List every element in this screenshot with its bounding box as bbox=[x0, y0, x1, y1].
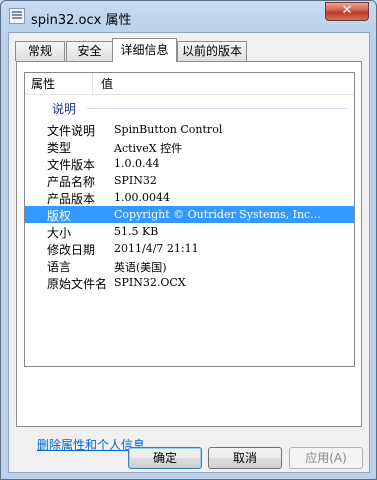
document-icon bbox=[9, 8, 25, 24]
table-row[interactable]: 版权 Copyright © Outrider Systems, Inc... bbox=[25, 206, 354, 223]
table-row[interactable]: 语言 英语(美国) bbox=[25, 257, 354, 274]
row-property-value: SPIN32.OCX bbox=[114, 276, 186, 289]
row-property-value: 英语(美国) bbox=[114, 261, 167, 274]
list-header: 属性 值 bbox=[25, 73, 354, 95]
table-row[interactable]: 原始文件名 SPIN32.OCX bbox=[25, 274, 354, 291]
row-property-name: 文件说明 bbox=[47, 124, 96, 138]
table-row[interactable]: 类型 ActiveX 控件 bbox=[25, 138, 354, 155]
title-bar[interactable]: spin32.ocx 属性 ✕ bbox=[1, 1, 376, 33]
column-header-value[interactable]: 值 bbox=[93, 73, 354, 95]
row-property-name: 产品版本 bbox=[47, 192, 96, 206]
row-property-value: SPIN32 bbox=[114, 174, 157, 187]
row-property-name: 原始文件名 bbox=[47, 277, 108, 291]
table-row[interactable]: 修改日期 2011/4/7 21:11 bbox=[25, 240, 354, 257]
ok-button[interactable]: 确定 bbox=[128, 447, 202, 469]
row-property-value: 2011/4/7 21:11 bbox=[114, 242, 199, 255]
table-row[interactable]: 文件版本 1.0.0.44 bbox=[25, 155, 354, 172]
row-property-value: 1.0.0.44 bbox=[114, 157, 160, 170]
row-property-name: 产品名称 bbox=[47, 175, 96, 189]
row-property-name: 大小 bbox=[47, 226, 72, 240]
details-list[interactable]: 属性 值 说明 文件说明 SpinButton Control 类型 ActiveX … bbox=[24, 72, 355, 367]
column-header-property[interactable]: 属性 bbox=[25, 73, 93, 95]
table-row[interactable]: 产品名称 SPIN32 bbox=[25, 172, 354, 189]
row-property-value: 51.5 KB bbox=[114, 225, 159, 238]
row-property-value: ActiveX 控件 bbox=[114, 142, 183, 155]
group-divider bbox=[87, 108, 349, 109]
dialog-client-area: 常规 安全 详细信息 以前的版本 属性 值 说明 文件说明 SpinButton … bbox=[8, 32, 370, 473]
row-property-value: SpinButton Control bbox=[114, 123, 223, 136]
row-property-name: 修改日期 bbox=[47, 243, 96, 257]
row-property-value: 1.00.0044 bbox=[114, 191, 170, 204]
row-property-name: 版权 bbox=[47, 209, 72, 223]
tab-general[interactable]: 常规 bbox=[15, 41, 65, 61]
row-property-name: 文件版本 bbox=[47, 158, 96, 172]
close-button[interactable]: ✕ bbox=[325, 2, 369, 21]
row-property-name: 语言 bbox=[47, 260, 72, 274]
tab-details[interactable]: 详细信息 bbox=[112, 38, 177, 62]
table-row[interactable]: 产品版本 1.00.0044 bbox=[25, 189, 354, 206]
group-label: 说明 bbox=[52, 102, 77, 116]
cancel-button[interactable]: 取消 bbox=[208, 447, 282, 469]
group-header-description: 说明 bbox=[25, 99, 354, 117]
tab-security[interactable]: 安全 bbox=[66, 41, 113, 61]
window-title: spin32.ocx 属性 bbox=[31, 13, 132, 28]
row-property-value: Copyright © Outrider Systems, Inc... bbox=[114, 208, 321, 221]
row-property-name: 类型 bbox=[47, 141, 72, 155]
apply-button[interactable]: 应用(A) bbox=[289, 447, 363, 469]
table-row[interactable]: 文件说明 SpinButton Control bbox=[25, 121, 354, 138]
tab-previous-versions[interactable]: 以前的版本 bbox=[177, 41, 247, 61]
details-tab-panel: 属性 值 说明 文件说明 SpinButton Control 类型 ActiveX … bbox=[16, 61, 362, 452]
properties-window: spin32.ocx 属性 ✕ 常规 安全 详细信息 以前的版本 属性 值 说明… bbox=[0, 0, 377, 480]
table-row[interactable]: 大小 51.5 KB bbox=[25, 223, 354, 240]
